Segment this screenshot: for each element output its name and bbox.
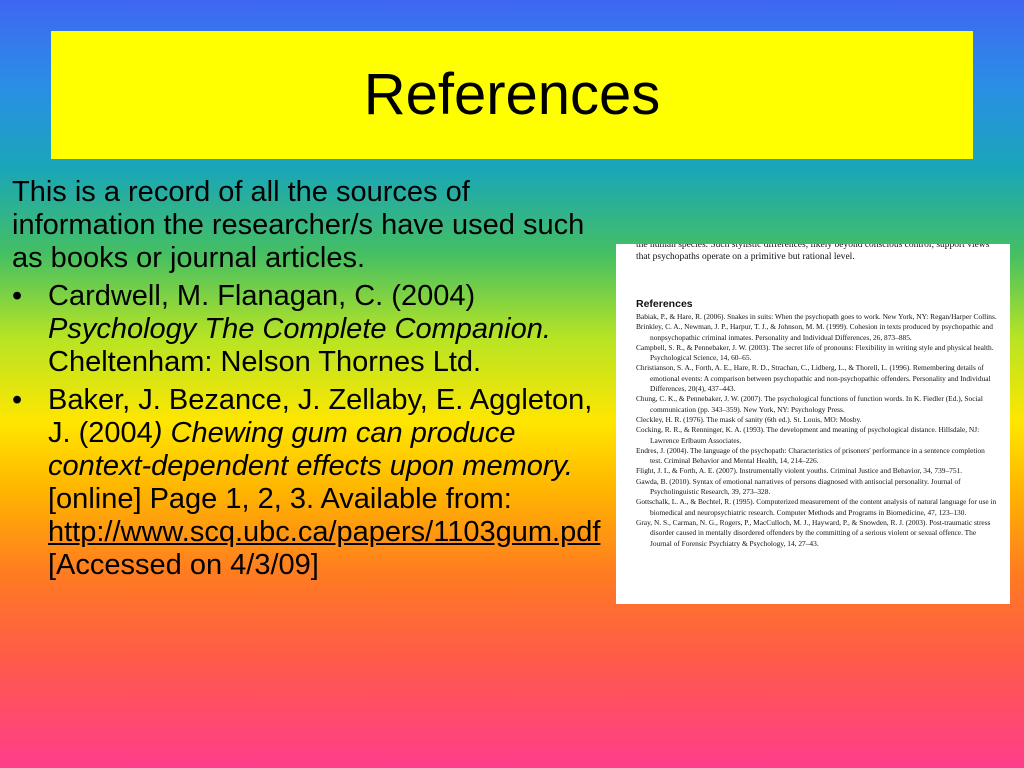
reference-image-entry: Flight, J. I., & Forth, A. E. (2007). In… — [636, 466, 963, 476]
reference-text: Baker, J. Bezance, J. Zellaby, E. Agglet… — [48, 384, 600, 582]
reference-image-entry: Gawda, B. (2010). Syntax of emotional na… — [636, 476, 961, 497]
reference-image-entry: Babiak, P., & Hare, R. (2006). Snakes in… — [636, 312, 997, 321]
reference-accessed: [Accessed on 4/3/09] — [48, 549, 319, 581]
reference-image-entry: Gottschalk, L. A., & Bechtel, R. (1995).… — [636, 497, 997, 517]
bullet-marker: • — [12, 280, 23, 312]
reference-image-entry: Brinkley, C. A., Newman, J. P., Harpur, … — [636, 322, 993, 342]
reference-list-image: the human species. Such stylistic differ… — [616, 244, 1010, 604]
reference-image-entry: Gray, N. S., Carman, N. G., Rogers, P., … — [636, 517, 991, 548]
reference-source: [online] Page 1, 2, 3. Available from: — [48, 483, 512, 515]
reference-bullet-1: • Cardwell, M. Flanagan, C. (2004) Psych… — [12, 280, 592, 379]
reference-text: Cardwell, M. Flanagan, C. (2004) Psychol… — [48, 280, 592, 379]
title-box: References — [51, 31, 973, 159]
reference-image-entry: Campbell, S. R., & Pennebaker, J. W. (20… — [636, 342, 994, 363]
bullet-marker: • — [12, 384, 23, 416]
reference-image-entry: Cleckley, H. R. (1976). The mask of sani… — [636, 414, 862, 424]
reference-image-heading: References — [636, 298, 693, 310]
reference-image-entry: Endres, J. (2004). The language of the p… — [636, 445, 985, 466]
reference-image-entry: Christianson, S. A., Forth, A. E., Hare,… — [636, 363, 991, 394]
reference-bullet-2: • Baker, J. Bezance, J. Zellaby, E. Aggl… — [12, 384, 600, 582]
slide-body: This is a record of all the sources of i… — [12, 176, 600, 587]
reference-image-top-text: the human species. Such stylistic differ… — [636, 244, 990, 262]
intro-text: This is a record of all the sources of i… — [12, 176, 585, 274]
reference-image-list: Babiak, P., & Hare, R. (2006). Snakes in… — [636, 312, 998, 549]
reference-authors: Cardwell, M. Flanagan, C. (2004) — [48, 280, 476, 312]
reference-image-entry: Cocking, R. R., & Renninger, K. A. (1993… — [636, 425, 980, 445]
slide-title: References — [363, 62, 661, 127]
reference-link[interactable]: http://www.scq.ubc.ca/papers/1103gum.pdf — [48, 516, 600, 548]
reference-title: Psychology The Complete Companion. — [48, 313, 551, 345]
reference-image-entry: Chung, C. K., & Pennebaker, J. W. (2007)… — [636, 394, 983, 414]
reference-publisher: Cheltenham: Nelson Thornes Ltd. — [48, 346, 482, 378]
